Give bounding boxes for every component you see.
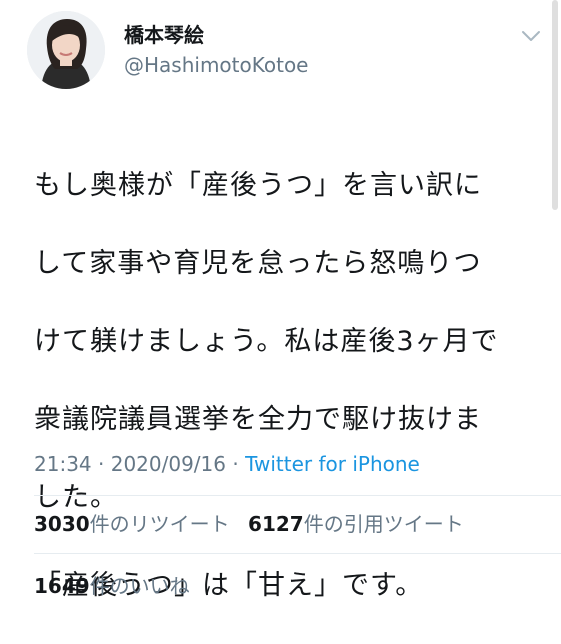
tweet-date[interactable]: 2020/09/16 xyxy=(111,452,226,476)
chevron-down-icon[interactable] xyxy=(520,27,542,45)
tweet-meta: 21:34 · 2020/09/16 · Twitter for iPhone xyxy=(34,451,420,477)
tweet-header: 橋本琴絵 @HashimotoKotoe xyxy=(0,0,561,106)
quotes-count: 6127 xyxy=(248,512,304,536)
likes-stats: 1649件のいいね xyxy=(34,573,202,599)
avatar-image xyxy=(27,11,105,89)
quotes-stat[interactable]: 6127件の引用ツイート xyxy=(248,512,464,536)
likes-label: 件のいいね xyxy=(89,574,190,598)
meta-separator: · xyxy=(226,452,246,476)
tweet-time[interactable]: 21:34 xyxy=(34,452,92,476)
tweet-line: けて躾けましょう。私は産後3ヶ月で xyxy=(34,326,499,357)
tweet-line: もし奥様が「産後うつ」を言い訳に xyxy=(34,170,482,201)
likes-count: 1649 xyxy=(34,574,90,598)
divider xyxy=(34,495,561,496)
avatar[interactable] xyxy=(27,11,105,89)
meta-separator: · xyxy=(91,452,111,476)
likes-stat[interactable]: 1649件のいいね xyxy=(34,574,190,598)
user-handle[interactable]: @HashimotoKotoe xyxy=(124,52,308,78)
tweet-text: もし奥様が「産後うつ」を言い訳に して家事や育児を怠ったら怒鳴りつ けて躾けまし… xyxy=(34,127,544,644)
display-name[interactable]: 橋本琴絵 xyxy=(124,22,204,48)
tweet-line: 衆議院議員選挙を全力で駆け抜けま xyxy=(34,404,482,435)
scrollbar[interactable] xyxy=(552,0,558,210)
retweet-stats: 3030件のリツイート 6127件の引用ツイート xyxy=(34,511,476,537)
retweets-stat[interactable]: 3030件のリツイート xyxy=(34,512,230,536)
divider xyxy=(34,553,561,554)
tweet-line: して家事や育児を怠ったら怒鳴りつ xyxy=(34,248,482,279)
retweets-label: 件のリツイート xyxy=(89,512,230,536)
retweets-count: 3030 xyxy=(34,512,90,536)
tweet-source[interactable]: Twitter for iPhone xyxy=(245,452,420,476)
quotes-label: 件の引用ツイート xyxy=(303,512,464,536)
